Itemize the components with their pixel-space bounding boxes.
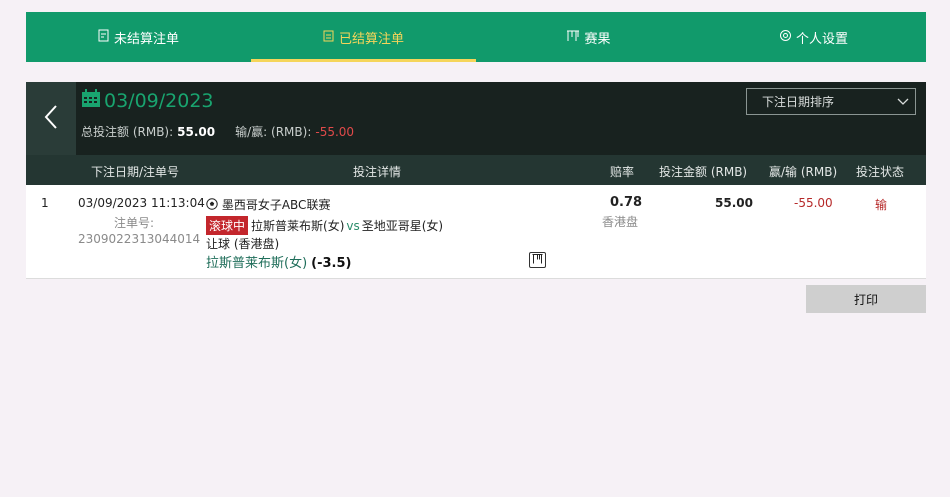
market-type: 让球 (香港盘) bbox=[206, 237, 280, 251]
win-loss-value: -55.00 bbox=[315, 125, 355, 139]
tab-unsettled-bets[interactable]: 未结算注单 bbox=[26, 12, 251, 62]
bet-stake: 55.00 bbox=[715, 196, 753, 210]
col-status: 投注状态 bbox=[856, 165, 905, 179]
chevron-left-icon bbox=[44, 104, 58, 134]
odds-type: 香港盘 bbox=[602, 215, 639, 229]
bet-win-loss: -55.00 bbox=[794, 196, 833, 210]
live-badge: 滚球中 bbox=[206, 216, 249, 235]
stats-board-icon bbox=[532, 253, 543, 267]
home-team: 拉斯普莱布斯(女) bbox=[251, 219, 345, 233]
tab-personal-settings[interactable]: 个人设置 bbox=[701, 12, 926, 62]
back-button[interactable] bbox=[26, 82, 76, 155]
settled-bets-icon bbox=[323, 29, 335, 45]
bet-odds: 0.78 bbox=[610, 195, 643, 210]
summary-row: 总投注额 (RMB): 55.00 输/赢: (RMB): -55.00 bbox=[81, 123, 354, 140]
away-team: 圣地亚哥星(女) bbox=[361, 219, 444, 233]
tab-label: 已结算注单 bbox=[338, 31, 404, 47]
col-details: 投注详情 bbox=[353, 165, 402, 179]
ticket-label: 注单号: bbox=[114, 216, 155, 230]
match-stats-button[interactable] bbox=[529, 252, 546, 268]
soccer-ball-icon bbox=[206, 198, 222, 212]
total-stake-label: 总投注额 (RMB): bbox=[81, 125, 174, 139]
tab-label: 赛果 bbox=[584, 31, 611, 47]
col-odds: 赔率 bbox=[610, 165, 635, 179]
settled-summary-header: 03/09/2023 总投注额 (RMB): 55.00 输/赢: (RMB): -5… bbox=[26, 82, 926, 155]
ticket-number: 2309022313044014 bbox=[78, 232, 201, 246]
sort-dropdown-label: 下注日期排序 bbox=[762, 95, 835, 109]
date-title: 03/09/2023 bbox=[81, 89, 214, 113]
tab-settled-bets[interactable]: 已结算注单 bbox=[251, 12, 476, 62]
bet-datetime: 03/09/2023 11:13:04 bbox=[78, 196, 205, 210]
chevron-down-icon bbox=[897, 95, 909, 110]
calendar-icon bbox=[81, 89, 104, 113]
bet-date: 03/09/2023 bbox=[104, 90, 214, 112]
selection-team: 拉斯普莱布斯(女) bbox=[206, 256, 308, 271]
top-tab-bar: 未结算注单 已结算注单 赛果 个人设置 bbox=[26, 12, 926, 62]
sort-dropdown[interactable]: 下注日期排序 bbox=[746, 88, 916, 115]
league-name: 墨西哥女子ABC联赛 bbox=[221, 198, 331, 212]
win-loss-label: 输/赢: (RMB): bbox=[235, 125, 312, 139]
total-stake-value: 55.00 bbox=[177, 125, 216, 139]
print-button[interactable]: 打印 bbox=[806, 285, 926, 313]
tab-label: 个人设置 bbox=[795, 31, 848, 47]
tab-results[interactable]: 赛果 bbox=[476, 12, 701, 62]
bet-status: 输 bbox=[875, 198, 888, 212]
league-line: 墨西哥女子ABC联赛 bbox=[206, 196, 330, 213]
tab-label: 未结算注单 bbox=[113, 31, 179, 47]
selection-line: 拉斯普莱布斯(女) (-3.5) bbox=[206, 252, 351, 271]
col-stake: 投注金额 (RMB) bbox=[659, 165, 748, 179]
vs-label: vs bbox=[346, 219, 360, 233]
table-row: 1 03/09/2023 11:13:04 注单号: 2309022313044… bbox=[26, 185, 926, 279]
col-win-loss: 赢/输 (RMB) bbox=[769, 165, 838, 179]
table-header: 下注日期/注单号 投注详情 赔率 投注金额 (RMB) 赢/输 (RMB) 投注… bbox=[26, 155, 926, 185]
settings-gear-icon bbox=[779, 29, 792, 45]
results-icon bbox=[566, 30, 580, 45]
row-index: 1 bbox=[41, 196, 49, 210]
match-line: 滚球中 拉斯普莱布斯(女) vs 圣地亚哥星(女) bbox=[206, 216, 443, 235]
unsettled-bets-icon bbox=[98, 29, 110, 45]
selection-handicap: (-3.5) bbox=[311, 256, 352, 271]
col-date-id: 下注日期/注单号 bbox=[91, 165, 180, 179]
